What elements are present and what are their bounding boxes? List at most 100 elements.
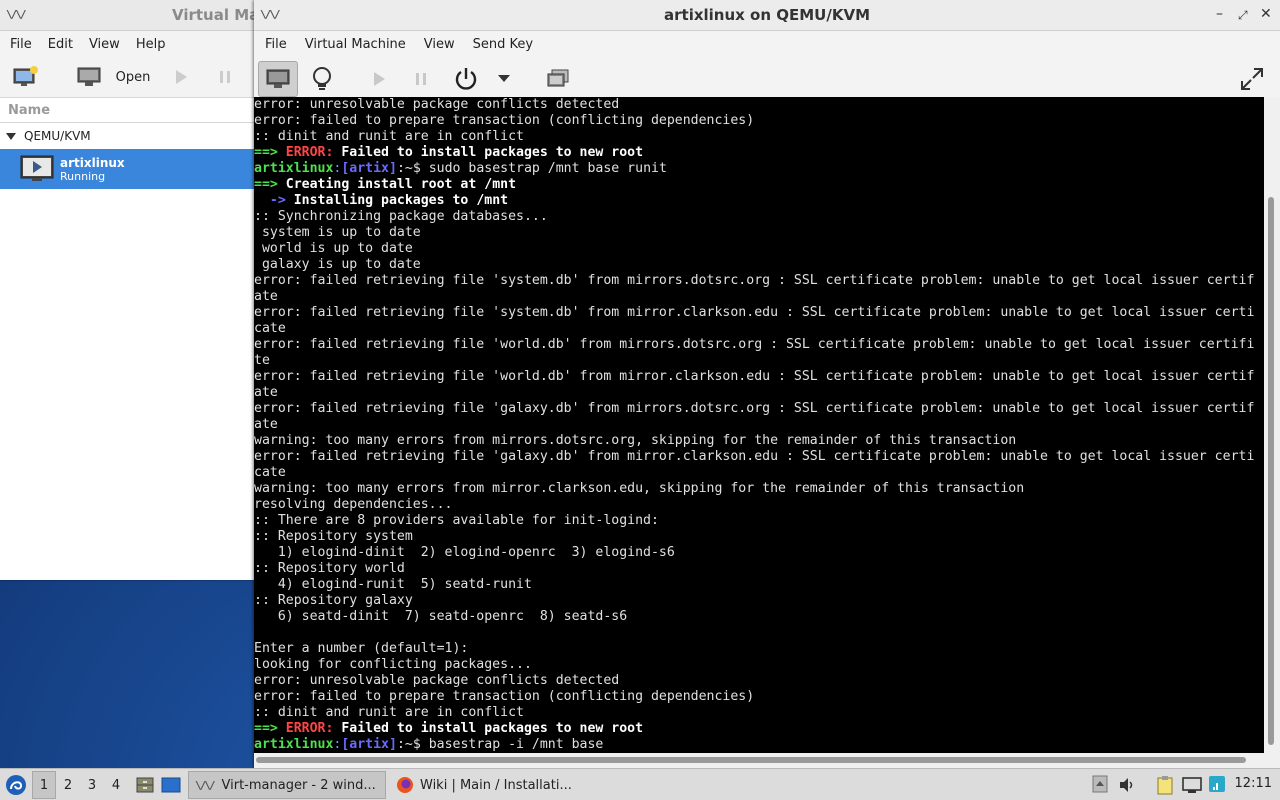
menu-help[interactable]: Help xyxy=(128,37,174,52)
connection-name: QEMU/KVM xyxy=(24,129,91,143)
task-firefox[interactable]: Wiki | Main / Installati... xyxy=(390,771,586,799)
vm-console-display[interactable]: error: unresolvable package conflicts de… xyxy=(254,97,1264,753)
task-label: Wiki | Main / Installati... xyxy=(420,777,572,793)
workspace-4[interactable]: 4 xyxy=(104,771,128,799)
vmm-titlebar[interactable]: \/\/ Virtual Ma xyxy=(0,0,254,31)
terminal-line: ==> ERROR: Failed to install packages to… xyxy=(254,145,1264,161)
terminal-line: ==> Creating install root at /mnt xyxy=(254,177,1264,193)
vmm-menubar: File Edit View Help xyxy=(0,31,254,57)
menu-edit[interactable]: Edit xyxy=(40,37,81,52)
terminal-text-segment: error: failed retrieving file 'system.db… xyxy=(254,305,1255,320)
network-icon[interactable] xyxy=(1182,776,1202,798)
terminal-text-segment: error: failed retrieving file 'galaxy.db… xyxy=(254,449,1255,464)
open-button[interactable]: Open xyxy=(70,65,156,89)
tray-expand-icon[interactable] xyxy=(1092,774,1108,798)
vertical-scroll-thumb[interactable] xyxy=(1268,197,1274,745)
terminal-line: artixlinux:[artix]:~$ basestrap -i /mnt … xyxy=(254,737,1264,753)
show-console-button[interactable] xyxy=(258,61,298,97)
console-titlebar[interactable]: \/\/ artixlinux on QEMU/KVM – ⤢ ✕ xyxy=(254,0,1280,31)
terminal-text-segment: looking for conflicting packages... xyxy=(254,657,532,672)
expand-triangle-icon[interactable] xyxy=(6,132,16,140)
menu-file[interactable]: File xyxy=(256,37,296,52)
terminal-text-segment: ate xyxy=(254,289,278,304)
terminal-line: artixlinux:[artix]:~$ sudo basestrap /mn… xyxy=(254,161,1264,177)
fullscreen-button[interactable] xyxy=(1238,65,1266,93)
terminal-text-segment: 4) elogind-runit 5) seatd-runit xyxy=(254,577,532,592)
terminal-text-segment: Failed to install packages to new root xyxy=(333,145,644,160)
terminal-text-segment: cate xyxy=(254,465,286,480)
pause-button[interactable] xyxy=(410,65,432,93)
monitor-icon xyxy=(266,69,290,88)
terminal-line: warning: too many errors from mirror.cla… xyxy=(254,481,1264,497)
menu-view[interactable]: View xyxy=(81,37,128,52)
terminal-line: Enter a number (default=1): xyxy=(254,641,1264,657)
power-icon xyxy=(455,68,477,90)
terminal-line: resolving dependencies... xyxy=(254,497,1264,513)
play-icon xyxy=(176,70,187,84)
terminal-line: warning: too many errors from mirrors.do… xyxy=(254,433,1264,449)
terminal-line: error: failed to prepare transaction (co… xyxy=(254,689,1264,705)
show-details-button[interactable] xyxy=(308,63,336,95)
window-menu-icon[interactable]: \/\/ xyxy=(6,8,27,22)
new-vm-button[interactable] xyxy=(12,65,40,89)
terminal-line: system is up to date xyxy=(254,225,1264,241)
pause-button[interactable] xyxy=(214,65,236,89)
task-virt-manager[interactable]: \/\/ Virt-manager - 2 wind... xyxy=(188,771,386,799)
terminal-text-segment: error: failed retrieving file 'world.db'… xyxy=(254,337,1255,352)
snapshots-button[interactable] xyxy=(544,65,572,93)
terminal-line: world is up to date xyxy=(254,241,1264,257)
terminal-text-segment: Failed to install packages to new root xyxy=(333,721,644,736)
vmm-window: \/\/ Virtual Ma File Edit View Help Open xyxy=(0,0,254,580)
menu-view[interactable]: View xyxy=(415,37,464,52)
vm-running-icon xyxy=(20,155,54,181)
firefox-icon xyxy=(397,777,413,793)
connection-group[interactable]: QEMU/KVM xyxy=(0,123,254,149)
run-button[interactable] xyxy=(368,65,390,93)
chevron-down-icon xyxy=(498,75,510,82)
terminal-line: 6) seatd-dinit 7) seatd-openrc 8) seatd-… xyxy=(254,609,1264,625)
terminal-line: :: Synchronizing package databases... xyxy=(254,209,1264,225)
update-notifier-icon[interactable] xyxy=(1208,775,1226,797)
terminal-text-segment: ==> xyxy=(254,145,286,160)
taskbar: 1 2 3 4 \/\/ Virt-manager - 2 wind... Wi… xyxy=(0,768,1280,800)
vm-list-item[interactable]: artixlinux Running xyxy=(0,149,254,189)
file-manager-launcher[interactable] xyxy=(132,771,158,799)
menu-send-key[interactable]: Send Key xyxy=(464,37,542,52)
terminal-text-segment: ate xyxy=(254,417,278,432)
maximize-icon[interactable]: ⤢ xyxy=(1238,8,1248,23)
vm-name: artixlinux xyxy=(60,155,125,170)
list-header-name[interactable]: Name xyxy=(0,98,254,123)
volume-icon[interactable] xyxy=(1118,776,1136,798)
terminal-text-segment: ==> xyxy=(254,177,286,192)
workspace-3[interactable]: 3 xyxy=(80,771,104,799)
terminal-text-segment: [artix] xyxy=(341,161,397,176)
clipboard-icon[interactable] xyxy=(1156,775,1174,799)
shutdown-button[interactable] xyxy=(452,63,480,95)
horizontal-scrollbar[interactable] xyxy=(254,753,1280,768)
task-label: Virt-manager - 2 wind... xyxy=(221,777,376,793)
terminal-text-segment: :~$ basestrap -i /mnt base xyxy=(396,737,604,752)
shutdown-menu-button[interactable] xyxy=(494,65,514,93)
terminal-line: ate xyxy=(254,417,1264,433)
horizontal-scroll-thumb[interactable] xyxy=(256,757,1246,763)
minimize-icon[interactable]: – xyxy=(1216,6,1223,22)
fullscreen-icon xyxy=(1241,68,1263,90)
console-window: \/\/ artixlinux on QEMU/KVM – ⤢ ✕ File V… xyxy=(254,0,1280,768)
terminal-text-segment: :: There are 8 providers available for i… xyxy=(254,513,659,528)
menu-virtual-machine[interactable]: Virtual Machine xyxy=(296,37,415,52)
start-menu-button[interactable] xyxy=(0,769,32,800)
run-button[interactable] xyxy=(170,65,192,89)
vmm-title: Virtual Ma xyxy=(172,6,254,24)
menu-file[interactable]: File xyxy=(2,37,40,52)
lightbulb-icon xyxy=(313,67,331,90)
vertical-scrollbar[interactable] xyxy=(1264,97,1280,753)
terminal-line: :: dinit and runit are in conflict xyxy=(254,129,1264,145)
workspace-2[interactable]: 2 xyxy=(56,771,80,799)
close-icon[interactable]: ✕ xyxy=(1260,6,1272,22)
show-desktop-button[interactable] xyxy=(158,771,184,799)
workspace-1[interactable]: 1 xyxy=(32,771,56,799)
terminal-line: :: Repository world xyxy=(254,561,1264,577)
terminal-text-segment: warning: too many errors from mirror.cla… xyxy=(254,481,1025,496)
play-icon xyxy=(374,72,385,86)
